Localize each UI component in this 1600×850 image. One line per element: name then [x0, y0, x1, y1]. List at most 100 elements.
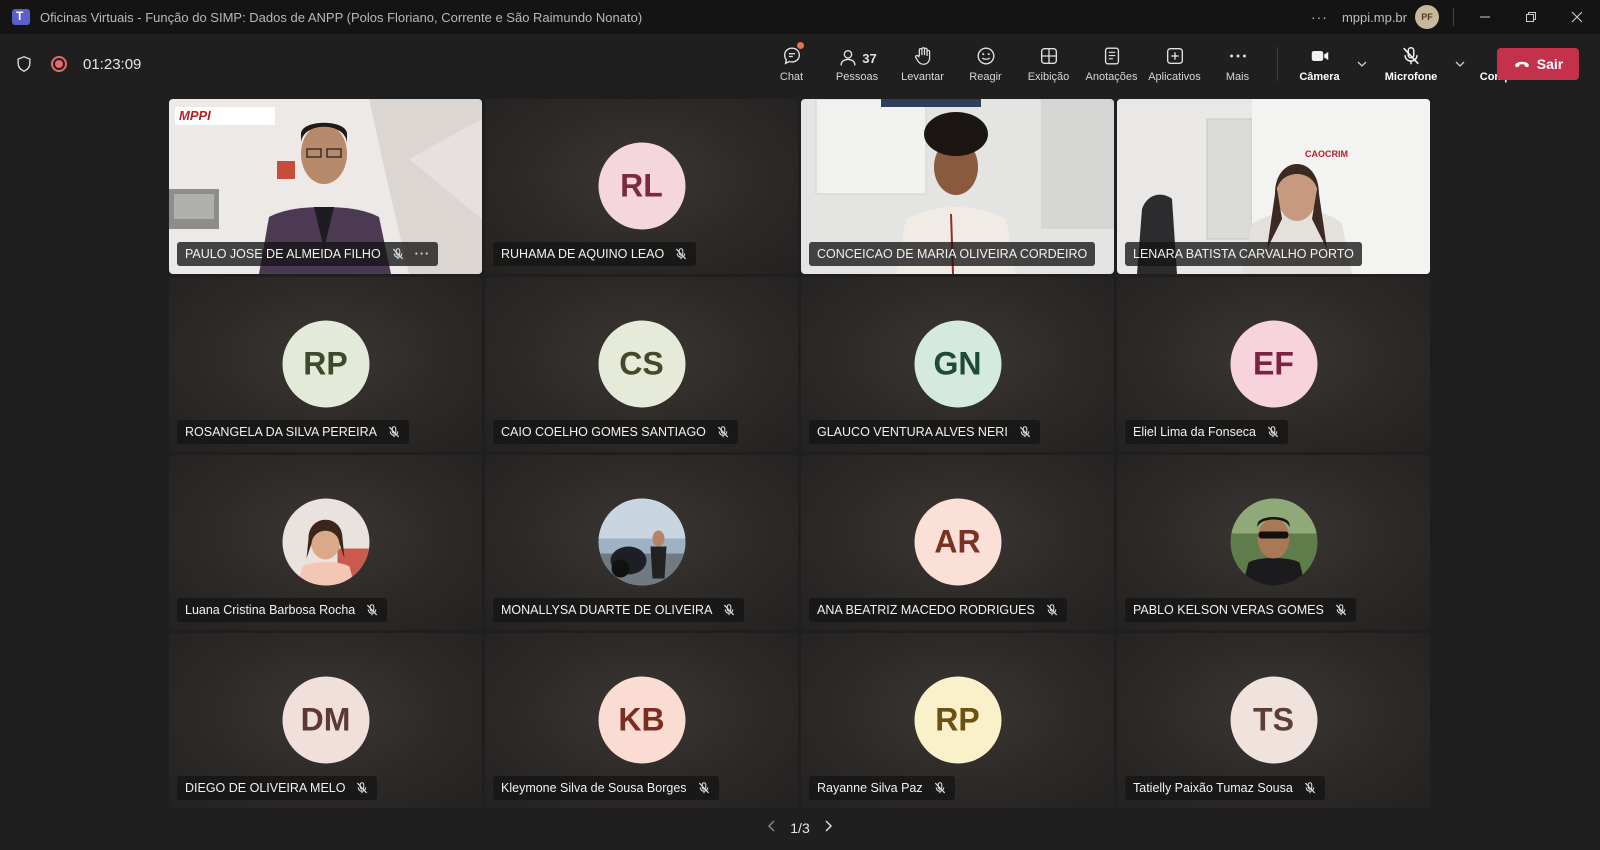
- participant-name: ROSANGELA DA SILVA PEREIRA: [185, 425, 377, 439]
- chevron-left-icon: [768, 820, 775, 831]
- notes-button[interactable]: Anotações: [1080, 34, 1143, 94]
- close-button[interactable]: [1554, 0, 1600, 34]
- window-title: Oficinas Virtuais - Função do SIMP: Dado…: [40, 9, 643, 25]
- participant-name-tag: CAIO COELHO GOMES SANTIAGO: [493, 420, 738, 444]
- microphone-button[interactable]: Microfone: [1373, 34, 1449, 94]
- participant-name: DIEGO DE OLIVEIRA MELO: [185, 781, 346, 795]
- mic-muted-icon: [724, 604, 735, 616]
- mic-muted-icon: [1019, 426, 1030, 438]
- participant-tile[interactable]: RL RUHAMA DE AQUINO LEAO: [485, 99, 798, 274]
- mppi-logo: MPPI: [179, 108, 211, 123]
- participant-tile-video[interactable]: CONCEICAO DE MARIA OLIVEIRA CORDEIRO: [801, 99, 1114, 274]
- participant-avatar: GN: [914, 320, 1001, 408]
- participant-more-icon[interactable]: ···: [415, 247, 431, 261]
- participant-name: Tatielly Paixão Tumaz Sousa: [1133, 781, 1293, 795]
- participant-tile[interactable]: RP ROSANGELA DA SILVA PEREIRA: [169, 277, 482, 452]
- participant-tile[interactable]: MONALLYSA DUARTE DE OLIVEIRA: [485, 455, 798, 630]
- minimize-button[interactable]: [1462, 0, 1508, 34]
- previous-page-button[interactable]: [766, 819, 778, 838]
- title-bar: Oficinas Virtuais - Função do SIMP: Dado…: [0, 0, 1600, 34]
- mic-muted-icon: [698, 782, 709, 794]
- participant-name: Kleymone Silva de Sousa Borges: [501, 781, 687, 795]
- participant-tile[interactable]: AR ANA BEATRIZ MACEDO RODRIGUES: [801, 455, 1114, 630]
- participant-name-tag: GLAUCO VENTURA ALVES NERI: [809, 420, 1040, 444]
- more-button[interactable]: Mais: [1206, 34, 1269, 94]
- mic-muted-icon: [1267, 426, 1279, 438]
- microphone-options-chevron[interactable]: [1449, 34, 1471, 94]
- close-icon: [1571, 11, 1583, 23]
- mic-muted-icon: [357, 782, 368, 794]
- minimize-icon: [1480, 16, 1490, 18]
- notes-label: Anotações: [1085, 71, 1138, 83]
- avatar-photo-image: [282, 498, 369, 586]
- participant-name-tag: Eliel Lima da Fonseca: [1125, 420, 1288, 444]
- shield-icon[interactable]: [15, 55, 33, 73]
- participant-avatar: RP: [282, 320, 369, 408]
- react-label: Reagir: [969, 71, 1002, 83]
- camera-options-chevron[interactable]: [1351, 34, 1373, 94]
- notification-dot: [797, 42, 804, 49]
- people-button[interactable]: 37 Pessoas: [823, 34, 891, 94]
- participant-name: PABLO KELSON VERAS GOMES: [1133, 603, 1324, 617]
- mic-muted-icon: [934, 782, 945, 794]
- mic-muted-icon: [392, 248, 403, 260]
- camera-button[interactable]: Câmera: [1288, 34, 1351, 94]
- participant-name-tag: DIEGO DE OLIVEIRA MELO: [177, 776, 378, 800]
- restore-icon: [1526, 12, 1536, 22]
- more-options-icon[interactable]: ···: [1311, 9, 1328, 25]
- recording-icon: [51, 56, 67, 72]
- participant-avatar: RL: [598, 142, 685, 230]
- mic-muted-icon: [367, 604, 378, 616]
- mic-muted-icon: [1046, 604, 1057, 616]
- leave-button[interactable]: Sair: [1497, 48, 1579, 80]
- participant-tile-video[interactable]: MPPI PAULO JOSE DE ALMEIDA FILHO ···: [169, 99, 482, 274]
- participant-tile[interactable]: CS CAIO COELHO GOMES SANTIAGO: [485, 277, 798, 452]
- participant-tile[interactable]: GN GLAUCO VENTURA ALVES NERI: [801, 277, 1114, 452]
- participant-name-tag: MONALLYSA DUARTE DE OLIVEIRA: [493, 598, 745, 622]
- participant-name-tag: Rayanne Silva Paz: [809, 776, 955, 800]
- apps-button[interactable]: Aplicativos: [1143, 34, 1206, 94]
- org-name: mppi.mp.br: [1341, 9, 1407, 25]
- participant-tile[interactable]: Luana Cristina Barbosa Rocha: [169, 455, 482, 630]
- chevron-down-icon: [1357, 61, 1367, 67]
- participant-avatar: AR: [914, 498, 1001, 586]
- participant-tile-video-speaking[interactable]: CAOCRIM LENARA BATISTA CARVALHO PORTO: [1117, 99, 1430, 274]
- raise-hand-button[interactable]: Levantar: [891, 34, 954, 94]
- participant-photo: [282, 498, 369, 586]
- participant-avatar: TS: [1230, 676, 1317, 764]
- mic-muted-icon: [676, 248, 687, 260]
- avatar-photo-image: [598, 498, 685, 586]
- people-count: 37: [862, 50, 877, 66]
- people-icon: [840, 49, 856, 66]
- more-label: Mais: [1225, 71, 1250, 83]
- restore-button[interactable]: [1508, 0, 1554, 34]
- user-avatar[interactable]: PF: [1415, 5, 1439, 29]
- participant-tile[interactable]: EF Eliel Lima da Fonseca: [1117, 277, 1430, 452]
- participant-name-tag: Kleymone Silva de Sousa Borges: [493, 776, 719, 800]
- next-page-button[interactable]: [822, 819, 834, 838]
- participant-tile[interactable]: TS Tatielly Paixão Tumaz Sousa: [1117, 633, 1430, 808]
- participant-tile[interactable]: KB Kleymone Silva de Sousa Borges: [485, 633, 798, 808]
- chevron-right-icon: [825, 820, 832, 831]
- participant-name-tag: PAULO JOSE DE ALMEIDA FILHO ···: [177, 242, 439, 266]
- participant-name: CAIO COELHO GOMES SANTIAGO: [501, 425, 706, 439]
- grid-view-icon: [1040, 47, 1057, 65]
- toolbar-divider: [1277, 47, 1278, 81]
- chat-button[interactable]: Chat: [760, 34, 823, 94]
- participant-name: Luana Cristina Barbosa Rocha: [185, 603, 356, 617]
- view-button[interactable]: Exibição: [1017, 34, 1080, 94]
- participant-name-tag: ANA BEATRIZ MACEDO RODRIGUES: [809, 598, 1067, 622]
- participant-name: CONCEICAO DE MARIA OLIVEIRA CORDEIRO: [817, 247, 1088, 261]
- participant-avatar: CS: [598, 320, 685, 408]
- participant-name-tag: CONCEICAO DE MARIA OLIVEIRA CORDEIRO: [809, 242, 1096, 266]
- participant-tile[interactable]: DM DIEGO DE OLIVEIRA MELO: [169, 633, 482, 808]
- participant-tile[interactable]: RP Rayanne Silva Paz: [801, 633, 1114, 808]
- participant-name: MONALLYSA DUARTE DE OLIVEIRA: [501, 603, 713, 617]
- participant-name-tag: Tatielly Paixão Tumaz Sousa: [1125, 776, 1325, 800]
- chevron-down-icon: [1455, 61, 1465, 67]
- hang-up-icon: [1515, 61, 1529, 68]
- participant-tile[interactable]: PABLO KELSON VERAS GOMES: [1117, 455, 1430, 630]
- meeting-toolbar: 01:23:09 Chat 37 Pessoas Levantar Reagir…: [0, 34, 1600, 94]
- mic-muted-icon: [388, 426, 400, 438]
- react-button[interactable]: Reagir: [954, 34, 1017, 94]
